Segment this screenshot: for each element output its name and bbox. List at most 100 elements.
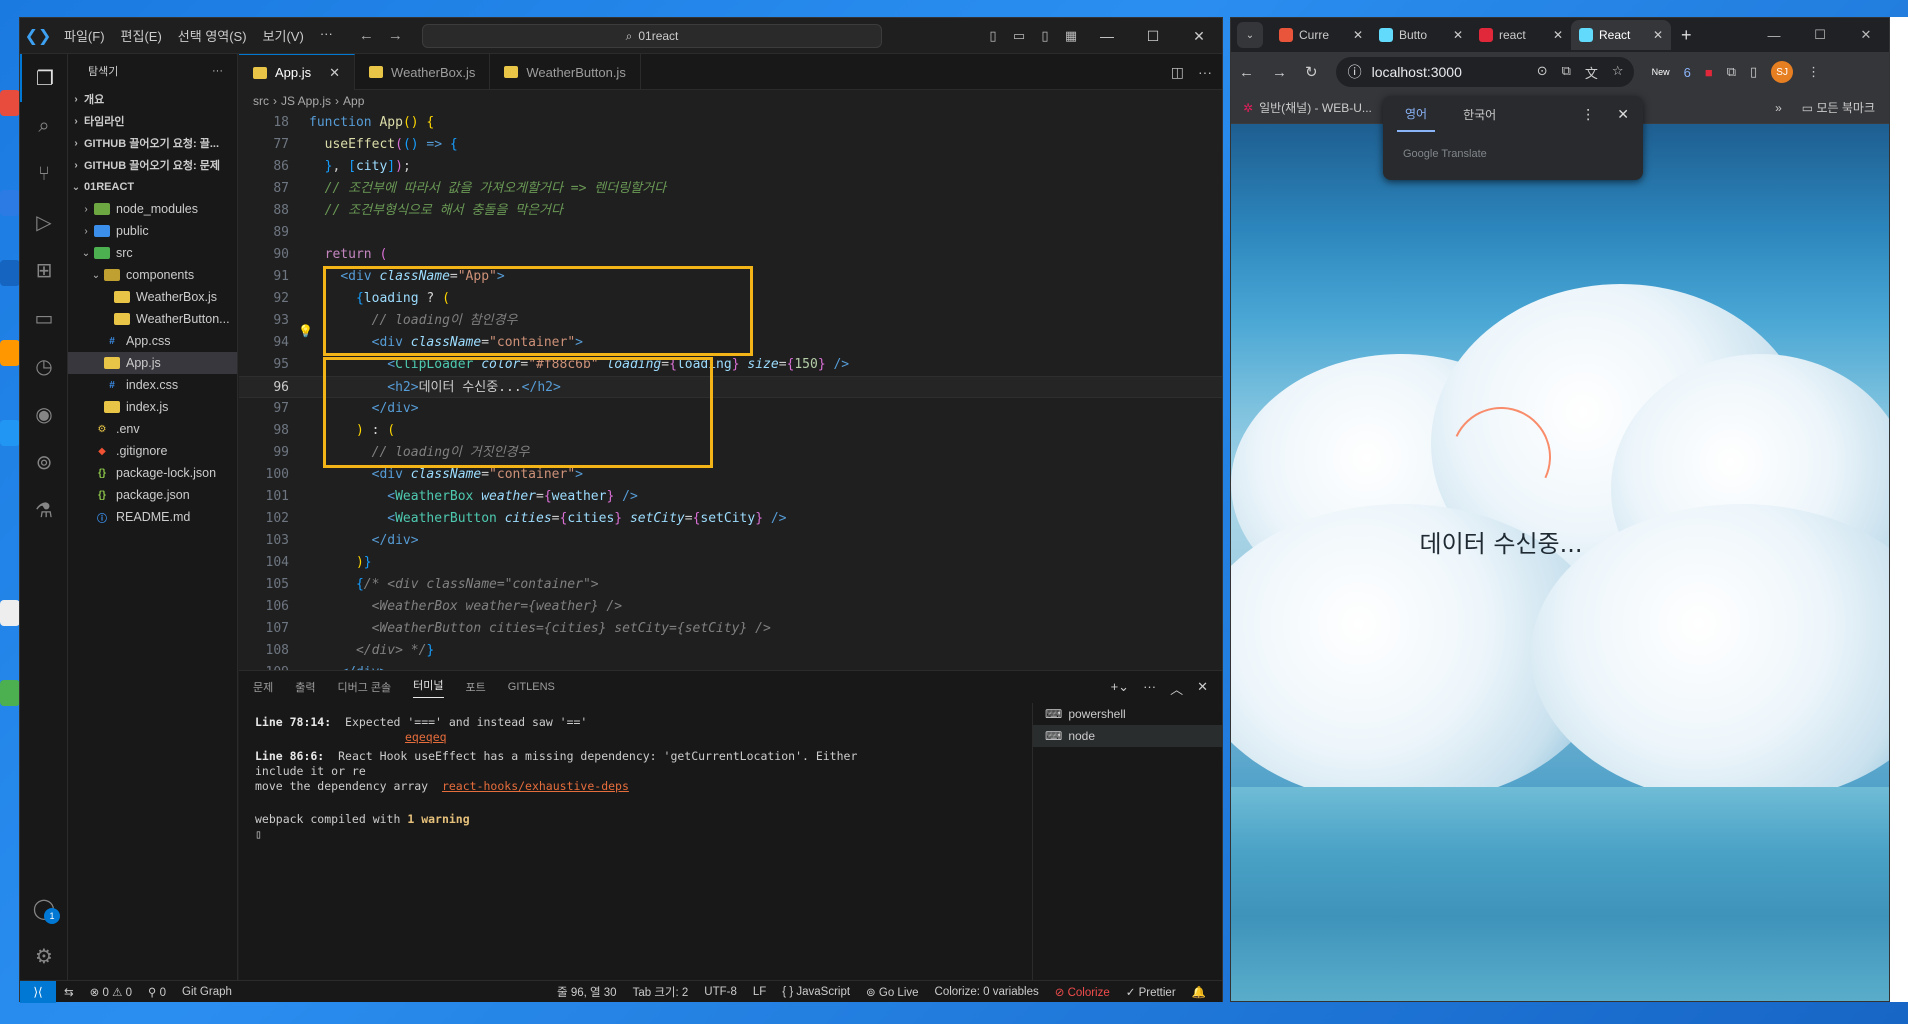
- site-info-icon[interactable]: ⓘ: [1348, 62, 1362, 82]
- file-tree-item[interactable]: WeatherBox.js: [68, 286, 237, 308]
- code-line[interactable]: 89: [239, 222, 1222, 244]
- code-line[interactable]: 95 <ClipLoader color="#f88c6b" loading={…: [239, 354, 1222, 376]
- code-line[interactable]: 77 useEffect(() => {: [239, 134, 1222, 156]
- breadcrumb-item[interactable]: src: [253, 94, 269, 108]
- eol-status[interactable]: LF: [745, 986, 774, 998]
- code-line[interactable]: 92 {loading ? (: [239, 288, 1222, 310]
- menu-item[interactable]: 선택 영역(S): [170, 26, 255, 45]
- bookmark-item[interactable]: 일반(채널) - WEB-U...: [1259, 99, 1372, 116]
- close-tab-icon[interactable]: ✕: [1453, 28, 1463, 42]
- code-line[interactable]: 107 <WeatherButton cities={cities} setCi…: [239, 618, 1222, 640]
- go-live-status[interactable]: ⊚ Go Live: [858, 985, 926, 999]
- git-graph-status[interactable]: Git Graph: [174, 986, 240, 998]
- panel-tab[interactable]: 포트: [466, 679, 486, 695]
- browser-tab[interactable]: Curre ✕: [1271, 20, 1371, 50]
- desktop-shortcut-icon[interactable]: [0, 600, 20, 626]
- source-control-icon[interactable]: ⑂: [20, 150, 68, 198]
- code-line[interactable]: 99 // loading이 거짓인경우: [239, 442, 1222, 464]
- toggle-sidebar-icon[interactable]: ▯: [980, 28, 1006, 44]
- forward-arrow-icon[interactable]: →: [388, 27, 403, 44]
- split-editor-icon[interactable]: ◫: [1171, 64, 1184, 81]
- breadcrumb-item[interactable]: App: [343, 94, 364, 108]
- customize-layout-icon[interactable]: ▦: [1058, 28, 1084, 44]
- colorize-vars-status[interactable]: Colorize: 0 variables: [927, 986, 1047, 998]
- menu-item[interactable]: 편집(E): [113, 26, 170, 45]
- file-tree-item[interactable]: › public: [68, 220, 237, 242]
- new-tab-icon[interactable]: +: [1681, 25, 1692, 46]
- translate-tab-source[interactable]: 영어: [1397, 97, 1436, 132]
- translate-options-icon[interactable]: ⋮: [1581, 106, 1595, 123]
- problems-status[interactable]: ⊗ 0 ⚠ 0: [82, 985, 140, 999]
- account-icon[interactable]: ◯ 1: [20, 884, 68, 932]
- lightbulb-icon[interactable]: 💡: [298, 324, 313, 338]
- code-line[interactable]: 109 </div>: [239, 662, 1222, 670]
- bookmark-star-icon[interactable]: ☆: [1612, 63, 1624, 82]
- all-bookmarks-button[interactable]: ▭ 모든 북마크: [1802, 99, 1875, 116]
- new-terminal-icon[interactable]: +⌄: [1111, 679, 1129, 698]
- file-tree-item[interactable]: ⌄ components: [68, 264, 237, 286]
- more-actions-icon[interactable]: ···: [212, 65, 223, 77]
- panel-tab[interactable]: 터미널: [413, 677, 444, 698]
- editor-tab[interactable]: WeatherButton.js: [490, 54, 641, 90]
- maximize-button[interactable]: ☐: [1797, 27, 1843, 43]
- extensions-icon[interactable]: ⊞: [20, 246, 68, 294]
- extensions-puzzle-icon[interactable]: ⧉: [1727, 64, 1736, 80]
- close-panel-icon[interactable]: ✕: [1197, 679, 1208, 698]
- file-tree-item[interactable]: App.js: [68, 352, 237, 374]
- code-line[interactable]: 88 // 조건부형식으로 해서 충돌을 막은거다: [239, 200, 1222, 222]
- file-tree-item[interactable]: WeatherButton...: [68, 308, 237, 330]
- file-tree-item[interactable]: › node_modules: [68, 198, 237, 220]
- maximize-button[interactable]: ☐: [1130, 28, 1176, 45]
- run-debug-icon[interactable]: ▷: [20, 198, 68, 246]
- menu-item[interactable]: 보기(V): [255, 26, 312, 45]
- code-line[interactable]: 100 <div className="container">: [239, 464, 1222, 486]
- file-tree-item[interactable]: # index.css: [68, 374, 237, 396]
- test-icon[interactable]: ⚗: [20, 486, 68, 534]
- sidebar-section[interactable]: › 타임라인: [68, 110, 237, 132]
- back-arrow-icon[interactable]: ←: [1239, 64, 1254, 81]
- colorize-status[interactable]: ⊘ Colorize: [1047, 985, 1118, 999]
- live-share-icon[interactable]: ⇆: [56, 985, 82, 999]
- browser-tab[interactable]: Butto ✕: [1371, 20, 1471, 50]
- code-line[interactable]: 98 ) : (: [239, 420, 1222, 442]
- code-line[interactable]: 91 <div className="App">: [239, 266, 1222, 288]
- command-center[interactable]: ⌕ 01react: [422, 24, 882, 48]
- file-tree-item[interactable]: index.js: [68, 396, 237, 418]
- code-line[interactable]: 97 </div>: [239, 398, 1222, 420]
- close-tab-icon[interactable]: ✕: [1653, 28, 1663, 42]
- menu-item[interactable]: ···: [312, 26, 341, 45]
- code-line[interactable]: 103 </div>: [239, 530, 1222, 552]
- terminal-output[interactable]: Line 78:14: Expected '===' and instead s…: [255, 715, 875, 842]
- code-line[interactable]: 106 <WeatherBox weather={weather} />: [239, 596, 1222, 618]
- close-button[interactable]: ✕: [1176, 28, 1222, 45]
- remote-icon[interactable]: ⟩⟨: [20, 980, 56, 1003]
- editor-tab[interactable]: App.js ✕: [239, 54, 356, 90]
- back-arrow-icon[interactable]: ←: [359, 27, 374, 44]
- forward-arrow-icon[interactable]: →: [1272, 64, 1287, 81]
- notifications-bell-icon[interactable]: 🔔: [1184, 985, 1214, 999]
- panel-tab[interactable]: 출력: [295, 679, 315, 695]
- terminal-item-powershell[interactable]: ⌨ powershell: [1033, 703, 1222, 725]
- address-bar[interactable]: ⓘ localhost:3000 ⊙ ⧉ 文 ☆: [1335, 57, 1634, 87]
- extension-icon[interactable]: ■: [1705, 65, 1713, 80]
- browser-tab[interactable]: React ✕: [1571, 20, 1671, 50]
- remote-explorer-icon[interactable]: ▭: [20, 294, 68, 342]
- translate-close-icon[interactable]: ✕: [1617, 106, 1629, 123]
- explorer-icon[interactable]: ❐: [20, 54, 68, 102]
- project-root[interactable]: ⌄ 01REACT: [68, 176, 237, 198]
- file-tree-item[interactable]: ⚙ .env: [68, 418, 237, 440]
- desktop-shortcut-icon[interactable]: [0, 340, 20, 366]
- desktop-shortcut-icon[interactable]: [0, 420, 20, 446]
- code-line[interactable]: 102 <WeatherButton cities={cities} setCi…: [239, 508, 1222, 530]
- indentation-status[interactable]: Tab 크기: 2: [625, 984, 697, 1000]
- code-editor[interactable]: 💡 18 function App() {77 useEffect(() => {…: [239, 112, 1222, 670]
- file-tree-item[interactable]: {} package.json: [68, 484, 237, 506]
- new-extension-icon[interactable]: New: [1652, 67, 1670, 77]
- desktop-shortcut-icon[interactable]: [0, 90, 20, 116]
- code-line[interactable]: 96 <h2>데이터 수신중...</h2>: [239, 376, 1222, 398]
- more-actions-icon[interactable]: ···: [1198, 64, 1212, 80]
- close-button[interactable]: ✕: [1843, 27, 1889, 43]
- sidebar-section[interactable]: › 개요: [68, 88, 237, 110]
- file-tree-item[interactable]: # App.css: [68, 330, 237, 352]
- code-line[interactable]: 105 {/* <div className="container">: [239, 574, 1222, 596]
